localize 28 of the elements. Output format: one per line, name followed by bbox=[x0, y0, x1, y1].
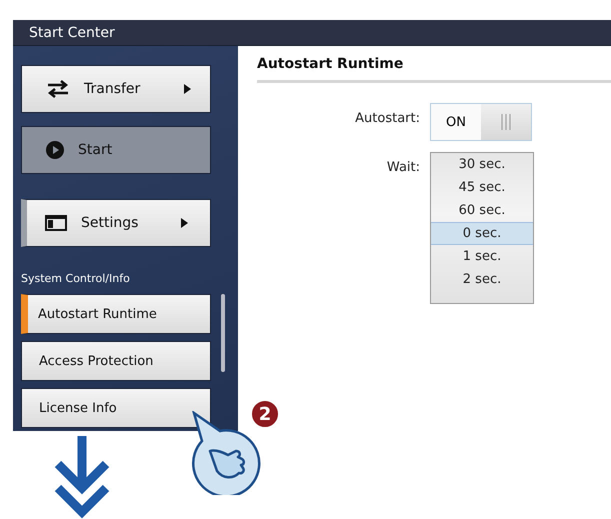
field-label: Wait: bbox=[386, 159, 420, 175]
picker-option[interactable]: 1 sec. bbox=[431, 245, 533, 268]
picker-option[interactable]: 30 sec. bbox=[431, 153, 533, 176]
page-title: Autostart Runtime bbox=[257, 56, 611, 83]
double-chevron-down-icon bbox=[52, 436, 112, 519]
picker-option[interactable]: 0 sec. bbox=[431, 222, 533, 245]
menu-button[interactable]: Transfer bbox=[21, 65, 211, 113]
list-item[interactable]: Autostart Runtime bbox=[21, 294, 211, 334]
window-title: Start Center bbox=[29, 24, 115, 40]
menu-button[interactable]: Settings bbox=[21, 199, 211, 247]
grip-icon bbox=[500, 114, 512, 130]
window-icon bbox=[45, 215, 67, 231]
caret-icon bbox=[181, 218, 188, 228]
menu-button[interactable]: Start bbox=[21, 126, 211, 174]
field-label: Autostart: bbox=[354, 110, 420, 126]
list-item[interactable]: Access Protection bbox=[21, 341, 211, 381]
wait-picker[interactable]: 30 sec. 45 sec. 60 sec. 0 sec. 1 sec. 2 sec. bbox=[430, 152, 534, 304]
list-item[interactable]: License Info bbox=[21, 388, 211, 428]
section-title: System Control/Info bbox=[21, 272, 131, 285]
transfer-arrows-icon bbox=[46, 80, 70, 98]
scrollbar[interactable] bbox=[221, 294, 225, 372]
caret-icon bbox=[184, 84, 191, 94]
toggle-switch[interactable]: ON bbox=[430, 103, 532, 141]
picker-option[interactable]: 2 sec. bbox=[431, 268, 533, 291]
play-icon bbox=[46, 141, 64, 159]
picker-option[interactable]: 45 sec. bbox=[431, 176, 533, 199]
picker-option[interactable]: 60 sec. bbox=[431, 199, 533, 222]
step-badge: 2 bbox=[250, 399, 280, 429]
